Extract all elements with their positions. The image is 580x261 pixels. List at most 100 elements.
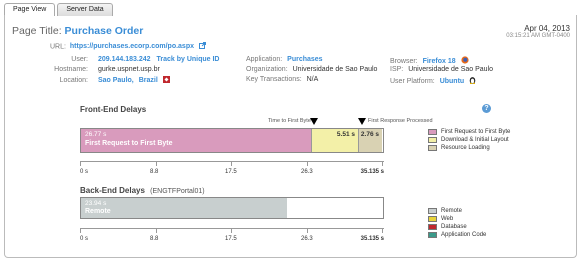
first-response-processed-marker bbox=[358, 118, 366, 125]
firefox-icon bbox=[461, 56, 469, 66]
axis-tick bbox=[80, 162, 81, 166]
bar-value-label: 26.77 s bbox=[85, 131, 107, 138]
legend-item: Web bbox=[428, 215, 486, 223]
backend-title-text: Back-End Delays bbox=[80, 186, 145, 195]
axis-tick-label: 8.8 bbox=[150, 236, 159, 242]
axis-tick-label: 17.5 bbox=[225, 236, 237, 242]
browser-row: Browser: Firefox 18 bbox=[390, 56, 469, 66]
url-label: URL: bbox=[50, 43, 66, 51]
frontend-bar: 26.77 s First Request to First Byte 5.51 s… bbox=[80, 128, 384, 153]
time-to-first-byte-marker bbox=[310, 118, 318, 125]
bar-value-label: 23.94 s bbox=[85, 200, 107, 207]
help-icon[interactable]: ? bbox=[482, 104, 491, 113]
organization-label: Organization: bbox=[246, 66, 288, 73]
bar-segment-resource-loading[interactable]: 2.76 s bbox=[358, 129, 382, 152]
legend-label: Application Code bbox=[441, 232, 487, 238]
isp-row: ISP: Universidade de Sao Paulo bbox=[390, 66, 493, 73]
legend-swatch bbox=[428, 208, 437, 214]
axis-tick-label: 17.5 bbox=[225, 169, 237, 175]
axis-tick bbox=[231, 162, 232, 166]
page-title-row: Page Title: Purchase Order bbox=[12, 25, 143, 37]
bar-segment-download-initial-layout[interactable]: 5.51 s bbox=[311, 129, 358, 152]
legend-swatch bbox=[428, 145, 437, 151]
legend-swatch bbox=[428, 224, 437, 230]
axis-tick bbox=[231, 229, 232, 233]
user-label: User: bbox=[71, 56, 88, 63]
location-label: Location: bbox=[59, 77, 88, 85]
legend-label: Database bbox=[441, 224, 467, 230]
browser-link[interactable]: Firefox 18 bbox=[423, 58, 456, 65]
axis-tick bbox=[80, 229, 81, 233]
legend-label: First Request to First Byte bbox=[441, 129, 511, 135]
organization-row: Organization: Universidade de Sao Paulo bbox=[246, 66, 377, 73]
track-unique-id-link[interactable]: Track by Unique ID bbox=[156, 56, 219, 63]
legend-label: Download & Initial Layout bbox=[441, 137, 509, 143]
bar-segment-remote[interactable]: 23.94 s Remote bbox=[81, 198, 287, 218]
bar-segment-name: First Request to First Byte bbox=[85, 140, 173, 147]
frontend-axis: 0 s 8.8 17.5 26.3 35.135 s bbox=[80, 161, 384, 175]
platform-label: User Platform: bbox=[390, 77, 435, 85]
legend-swatch bbox=[428, 216, 437, 222]
axis-tick bbox=[382, 162, 383, 166]
user-row: User: 209.144.183.242 Track by Unique ID bbox=[50, 56, 219, 63]
date-text: Apr 04, 2013 bbox=[524, 24, 570, 33]
axis-tick-label: 35.135 s bbox=[360, 236, 384, 242]
platform-row: User Platform: Ubuntu bbox=[390, 76, 476, 86]
legend-item: Application Code bbox=[428, 231, 486, 239]
legend-swatch bbox=[428, 137, 437, 143]
organization-value: Universidade de Sao Paulo bbox=[292, 66, 378, 73]
backend-legend: Remote Web Database Application Code bbox=[428, 207, 486, 239]
axis-tick-label: 0 s bbox=[80, 236, 89, 242]
time-to-first-byte-label: Time to First Byte bbox=[268, 118, 311, 124]
page-title-label: Page Title: bbox=[12, 25, 62, 37]
bar-segment-first-request-to-first-byte[interactable]: 26.77 s First Request to First Byte bbox=[81, 129, 311, 152]
axis-tick bbox=[382, 229, 383, 233]
url-link[interactable]: https://purchases.ecorp.com/po.aspx bbox=[70, 43, 194, 50]
hostname-label: Hostname: bbox=[54, 66, 88, 73]
time-text: 03:15:21 AM GMT-0400 bbox=[506, 33, 570, 39]
application-link[interactable]: Purchases bbox=[287, 56, 322, 63]
axis-tick-label: 35.135 s bbox=[360, 169, 384, 175]
axis-tick bbox=[307, 162, 308, 166]
axis-tick-label: 0 s bbox=[80, 169, 89, 175]
external-link-icon[interactable] bbox=[198, 42, 206, 51]
application-row: Application: Purchases bbox=[246, 56, 323, 63]
backend-axis: 0 s 8.8 17.5 26.3 35.135 s bbox=[80, 228, 384, 242]
legend-item: Database bbox=[428, 223, 486, 231]
hostname-row: Hostname: gurke.uspnet.usp.br bbox=[50, 66, 160, 73]
legend-item: Download & Initial Layout bbox=[428, 136, 510, 144]
location-row: Location: Sao Paulo, Brazil bbox=[50, 76, 170, 85]
url-row: URL: https://purchases.ecorp.com/po.aspx bbox=[50, 42, 206, 51]
isp-label: ISP: bbox=[390, 66, 404, 73]
axis-tick-label: 26.3 bbox=[301, 236, 313, 242]
location-city-link[interactable]: Sao Paulo, bbox=[98, 77, 134, 84]
backend-bar: 23.94 s Remote bbox=[80, 197, 384, 219]
legend-item: Remote bbox=[428, 207, 486, 215]
legend-swatch bbox=[428, 129, 437, 135]
legend-item: First Request to First Byte bbox=[428, 128, 510, 136]
axis-tick bbox=[307, 229, 308, 233]
key-transactions-value: N/A bbox=[306, 76, 319, 83]
legend-label: Resource Loading bbox=[441, 145, 490, 151]
browser-label: Browser: bbox=[390, 57, 418, 65]
isp-value: Universidade de Sao Paulo bbox=[408, 66, 494, 73]
hostname-value: gurke.uspnet.usp.br bbox=[97, 66, 160, 73]
key-transactions-row: Key Transactions: N/A bbox=[246, 76, 318, 83]
location-country-link[interactable]: Brazil bbox=[139, 77, 158, 84]
bar-value-label: 2.76 s bbox=[360, 131, 379, 138]
axis-tick bbox=[156, 229, 157, 233]
axis-tick-label: 8.8 bbox=[150, 169, 159, 175]
frontend-legend: First Request to First Byte Download & I… bbox=[428, 128, 510, 152]
platform-link[interactable]: Ubuntu bbox=[440, 78, 465, 85]
linux-penguin-icon bbox=[469, 76, 476, 86]
backend-server-name: (ENGTFPortal01) bbox=[150, 188, 205, 195]
bar-segment-name: Remote bbox=[85, 208, 111, 215]
brazil-flag-icon bbox=[162, 76, 170, 85]
first-response-processed-label: First Response Processed bbox=[368, 118, 433, 124]
bar-value-label: 5.51 s bbox=[336, 131, 355, 138]
timestamp: Apr 04, 2013 03:15:21 AM GMT-0400 bbox=[506, 24, 570, 39]
backend-delays-title: Back-End Delays (ENGTFPortal01) bbox=[80, 186, 205, 195]
legend-swatch bbox=[428, 232, 437, 238]
user-ip-link[interactable]: 209.144.183.242 bbox=[98, 56, 151, 63]
application-label: Application: bbox=[246, 56, 283, 63]
